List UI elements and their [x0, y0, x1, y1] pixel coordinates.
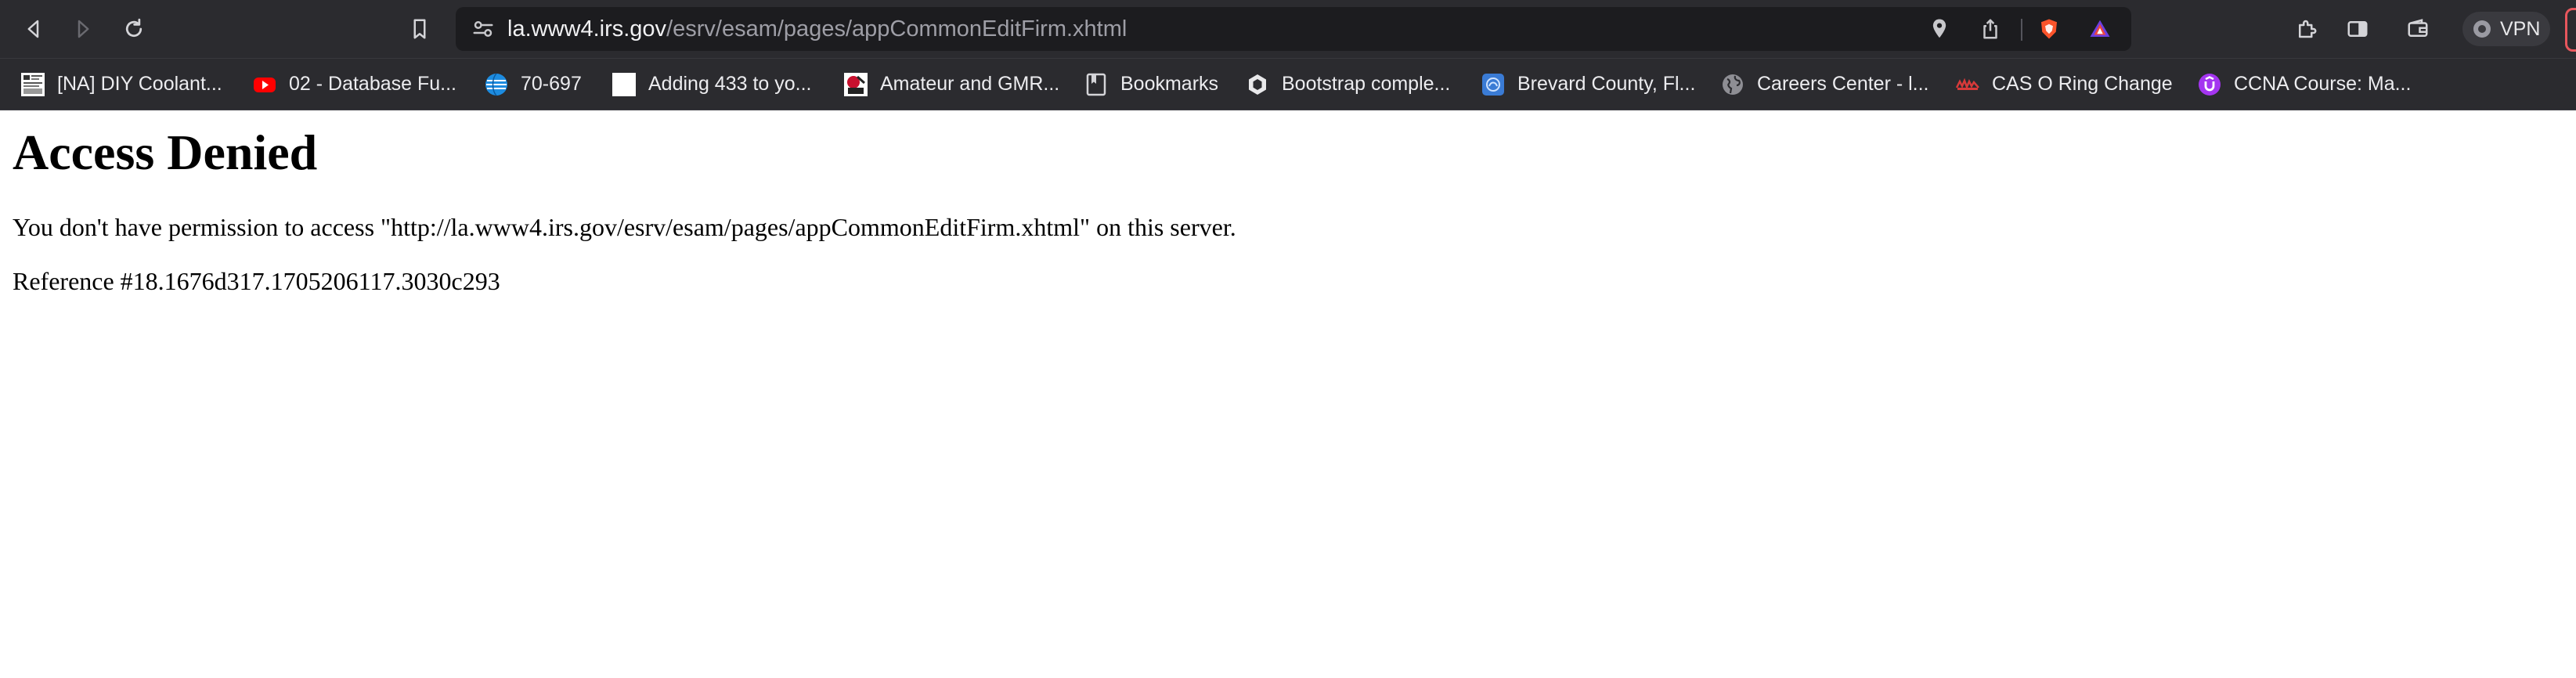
- vpn-button[interactable]: VPN: [2462, 12, 2550, 46]
- address-bar[interactable]: la.www4.irs.gov/esrv/esam/pages/appCommo…: [456, 7, 2131, 51]
- globe-icon: [1720, 72, 1745, 97]
- county-seal-icon: [1481, 72, 1506, 97]
- bookmark-label: [NA] DIY Coolant...: [57, 73, 222, 95]
- sidebar-toggle-button[interactable]: [2339, 10, 2376, 48]
- bookmark-label: Careers Center - l...: [1757, 73, 1929, 95]
- bookmark-folder-icon: [1084, 72, 1109, 97]
- bookmark-label: 02 - Database Fu...: [289, 73, 457, 95]
- bookmark-label: Bookmarks: [1120, 73, 1219, 95]
- browser-toolbar: la.www4.irs.gov/esrv/esam/pages/appCommo…: [0, 0, 2576, 59]
- error-message: You don't have permission to access "htt…: [13, 213, 1236, 241]
- brave-rewards-icon[interactable]: [2088, 17, 2112, 41]
- hexagon-icon: [1245, 72, 1270, 97]
- forward-arrow-icon: [78, 20, 89, 38]
- url-text[interactable]: la.www4.irs.gov/esrv/esam/pages/appCommo…: [507, 7, 1127, 51]
- extensions-button[interactable]: [2288, 10, 2325, 48]
- bookmark-item[interactable]: Brevard County, Fl...: [1481, 59, 1695, 110]
- page-thumbnail-icon: [20, 72, 45, 97]
- bookmarks-bar: [NA] DIY Coolant... 02 - Database Fu... …: [0, 59, 2576, 110]
- partial-toolbar-button[interactable]: [2565, 8, 2576, 52]
- brave-shields-icon[interactable]: [2037, 17, 2061, 41]
- bookmark-item[interactable]: Adding 433 to yo...: [612, 59, 811, 110]
- site-logo-icon: [843, 72, 868, 97]
- vpn-status-icon: [2473, 20, 2491, 38]
- vpn-label: VPN: [2500, 18, 2541, 40]
- bookmark-label: Bootstrap comple...: [1282, 73, 1451, 95]
- bookmark-page-button[interactable]: [401, 10, 438, 48]
- bookmark-label: CCNA Course: Ma...: [2234, 73, 2412, 95]
- bookmark-label: Brevard County, Fl...: [1517, 73, 1696, 95]
- bookmark-item[interactable]: 02 - Database Fu...: [252, 59, 456, 110]
- address-bar-divider: [2021, 19, 2022, 41]
- location-pin-icon[interactable]: [1928, 17, 1951, 41]
- url-path: /esrv/esam/pages/appCommonEditFirm.xhtml: [666, 16, 1127, 41]
- url-host: la.www4.irs.gov: [507, 16, 667, 41]
- bookmark-item[interactable]: Amateur and GMR...: [843, 59, 1059, 110]
- udemy-icon: [2197, 72, 2222, 97]
- share-icon[interactable]: [1979, 17, 2002, 41]
- page-heading: Access Denied: [13, 124, 318, 180]
- blank-page-icon: [612, 72, 637, 97]
- wallet-icon: [2408, 19, 2428, 37]
- bookmark-item[interactable]: Careers Center - l...: [1720, 59, 1929, 110]
- att-globe-icon: [484, 72, 509, 97]
- site-settings-icon[interactable]: [471, 17, 495, 41]
- bookmark-item[interactable]: Bookmarks: [1084, 59, 1218, 110]
- reload-button[interactable]: [115, 10, 153, 48]
- bookmark-icon: [413, 19, 426, 39]
- reload-icon: [125, 18, 143, 38]
- wallet-button[interactable]: [2399, 10, 2437, 48]
- bookmark-item[interactable]: 70-697: [484, 59, 582, 110]
- bookmark-item[interactable]: CAS O Ring Change: [1955, 59, 2173, 110]
- sidebar-icon: [2347, 21, 2368, 37]
- bookmark-label: Adding 433 to yo...: [648, 73, 812, 95]
- cas-logo-icon: [1955, 72, 1980, 97]
- bookmark-item[interactable]: CCNA Course: Ma...: [2197, 59, 2411, 110]
- back-button[interactable]: [15, 10, 52, 48]
- bookmark-item[interactable]: Bootstrap comple...: [1245, 59, 1450, 110]
- bookmark-label: 70-697: [521, 73, 582, 95]
- bookmark-item[interactable]: [NA] DIY Coolant...: [20, 59, 222, 110]
- youtube-icon: [252, 72, 277, 97]
- forward-button[interactable]: [64, 10, 102, 48]
- bookmark-label: CAS O Ring Change: [1992, 73, 2173, 95]
- reference-id: Reference #18.1676d317.1705206117.3030c2…: [13, 267, 500, 295]
- bookmark-label: Amateur and GMR...: [880, 73, 1060, 95]
- back-arrow-icon: [27, 20, 39, 38]
- puzzle-piece-icon: [2299, 20, 2317, 38]
